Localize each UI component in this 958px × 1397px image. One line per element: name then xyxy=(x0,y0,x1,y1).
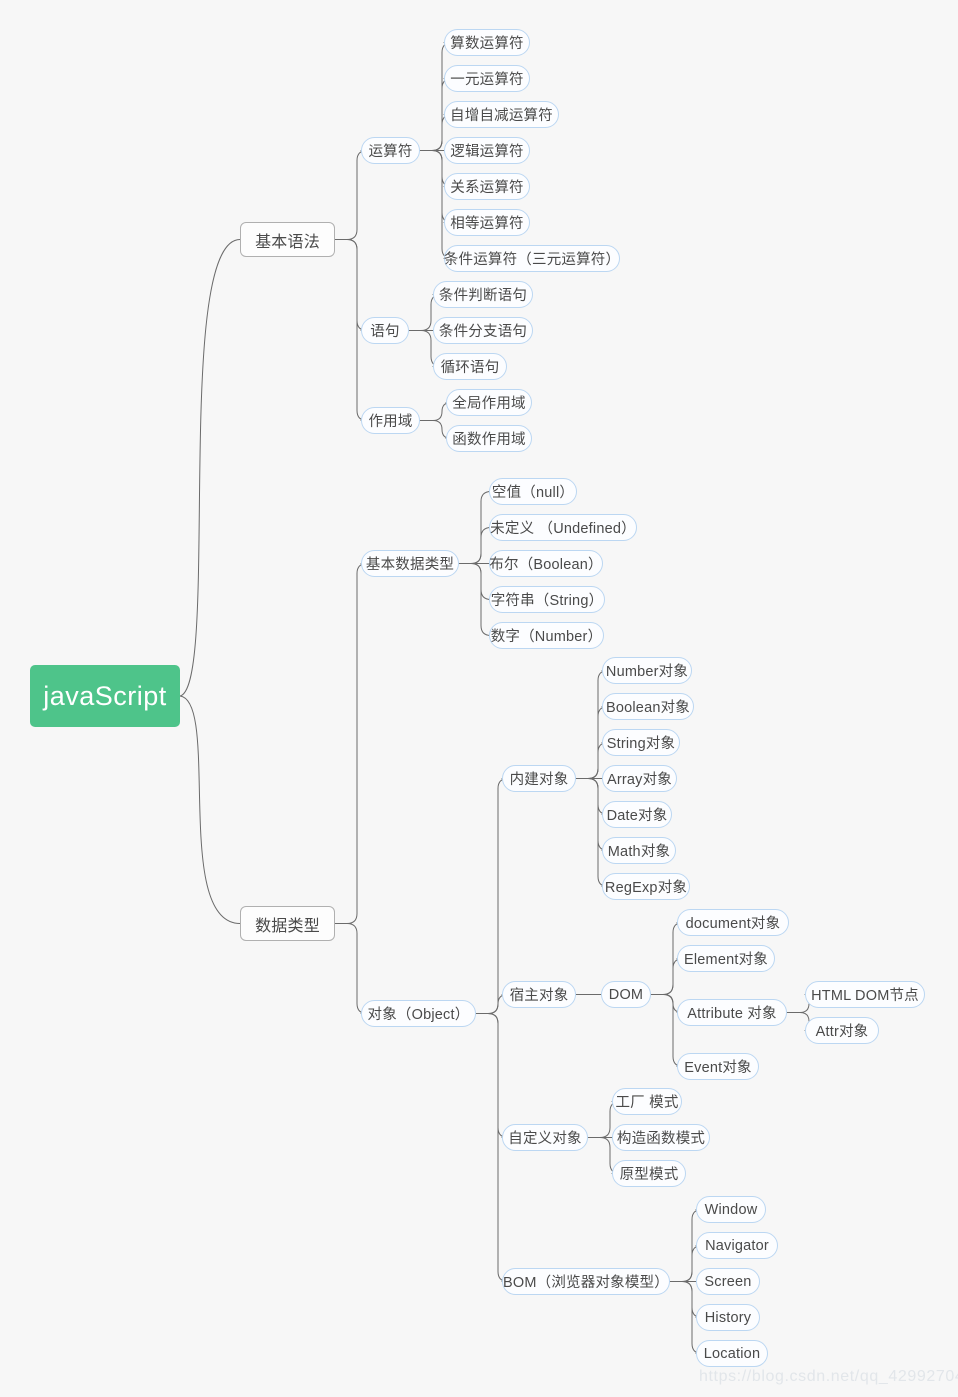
mindmap-node-screen[interactable]: Screen xyxy=(696,1268,760,1295)
connector-line xyxy=(458,563,492,636)
connector-line xyxy=(575,670,609,779)
mindmap-node-xunhuan[interactable]: 循环语句 xyxy=(433,353,507,380)
mindmap-node-tiaojianfz[interactable]: 条件分支语句 xyxy=(433,317,533,344)
mindmap-node-jibensj[interactable]: 基本数据类型 xyxy=(361,550,459,577)
connector-line xyxy=(458,527,492,564)
mindmap-node-document_obj[interactable]: document对象 xyxy=(677,909,789,936)
mindmap-node-hanshu[interactable]: 函数作用域 xyxy=(446,425,532,452)
connector-line xyxy=(334,150,368,240)
mindmap-node-suanshu[interactable]: 算数运算符 xyxy=(444,29,530,56)
mindmap-node-kongzhi[interactable]: 空值（null） xyxy=(489,478,577,505)
mindmap-node-navigator[interactable]: Navigator xyxy=(696,1232,778,1259)
mindmap-node-quanju[interactable]: 全局作用域 xyxy=(446,389,532,416)
connector-line xyxy=(575,778,609,887)
mindmap-node-yuanxing[interactable]: 原型模式 xyxy=(612,1160,686,1187)
mindmap-node-shuzi[interactable]: 数字（Number） xyxy=(489,622,604,649)
mindmap-node-buer[interactable]: 布尔（Boolean） xyxy=(489,550,603,577)
mindmap-node-gouzao[interactable]: 构造函数模式 xyxy=(612,1124,710,1151)
connector-line xyxy=(334,239,368,331)
mindmap-root-node[interactable]: javaScript xyxy=(30,665,180,727)
mindmap-node-attribute_obj[interactable]: Attribute 对象 xyxy=(677,999,787,1026)
mindmap-node-history[interactable]: History xyxy=(696,1304,760,1331)
mindmap-node-yiyuan[interactable]: 一元运算符 xyxy=(444,65,530,92)
connector-line xyxy=(179,695,241,924)
connector-line xyxy=(419,150,453,259)
mindmap-node-zizeng[interactable]: 自增自减运算符 xyxy=(444,101,559,128)
connector-line xyxy=(334,923,368,1014)
mindmap-node-tiaojianpd[interactable]: 条件判断语句 xyxy=(433,281,533,308)
mindmap-node-yunsuanfu[interactable]: 运算符 xyxy=(361,137,420,164)
mindmap-node-weidingyi[interactable]: 未定义 （Undefined） xyxy=(489,514,637,541)
mindmap-node-math_obj[interactable]: Math对象 xyxy=(602,837,676,864)
mindmap-node-duixiang[interactable]: 对象（Object） xyxy=(361,1000,476,1027)
connector-line xyxy=(419,42,453,151)
mindmap-node-shuju_leixing[interactable]: 数据类型 xyxy=(240,906,335,941)
connector-line xyxy=(179,239,241,697)
mindmap-node-xiangdeng[interactable]: 相等运算符 xyxy=(444,209,530,236)
mindmap-node-array_obj[interactable]: Array对象 xyxy=(602,765,677,792)
connector-line xyxy=(458,491,492,564)
connector-line xyxy=(334,563,368,924)
mindmap-node-boolean_obj[interactable]: Boolean对象 xyxy=(602,693,694,720)
mindmap-node-location[interactable]: Location xyxy=(696,1340,768,1367)
mindmap-node-attr_obj[interactable]: Attr对象 xyxy=(805,1017,879,1044)
mindmap-node-zifuchuan[interactable]: 字符串（String） xyxy=(489,586,605,613)
mindmap-node-jiben_yufa[interactable]: 基本语法 xyxy=(240,222,335,257)
connector-line xyxy=(475,778,509,1014)
watermark-text: https://blog.csdn.net/qq_42992704 xyxy=(699,1368,958,1385)
mindmap-node-dom[interactable]: DOM xyxy=(601,981,651,1008)
mindmap-node-number_obj[interactable]: Number对象 xyxy=(602,657,692,684)
mindmap-node-html_dom[interactable]: HTML DOM节点 xyxy=(805,981,925,1008)
mindmap-canvas: javaScript 基本语法数据类型 运算符语句作用域 算数运算符一元运算符自增自减… xyxy=(0,0,958,1397)
mindmap-node-zidingyi[interactable]: 自定义对象 xyxy=(502,1124,588,1151)
connector-line xyxy=(475,1013,509,1138)
mindmap-node-bom[interactable]: BOM（浏览器对象模型） xyxy=(502,1268,670,1295)
mindmap-node-zuoyongyu[interactable]: 作用域 xyxy=(361,407,420,434)
mindmap-node-event_obj[interactable]: Event对象 xyxy=(677,1053,759,1080)
mindmap-node-yuju[interactable]: 语句 xyxy=(361,317,409,344)
mindmap-node-string_obj[interactable]: String对象 xyxy=(602,729,680,756)
mindmap-node-element_obj[interactable]: Element对象 xyxy=(677,945,775,972)
mindmap-node-luoji[interactable]: 逻辑运算符 xyxy=(444,137,530,164)
mindmap-node-neijian[interactable]: 内建对象 xyxy=(502,765,576,792)
mindmap-node-gongchang[interactable]: 工厂 模式 xyxy=(612,1088,682,1115)
mindmap-node-regexp_obj[interactable]: RegExp对象 xyxy=(602,873,690,900)
mindmap-node-window[interactable]: Window xyxy=(696,1196,766,1223)
mindmap-node-date_obj[interactable]: Date对象 xyxy=(602,801,672,828)
connector-line xyxy=(475,1013,509,1282)
mindmap-node-guanxi[interactable]: 关系运算符 xyxy=(444,173,530,200)
mindmap-node-tiaojianys[interactable]: 条件运算符（三元运算符） xyxy=(444,245,620,272)
mindmap-node-suzhu[interactable]: 宿主对象 xyxy=(502,981,576,1008)
connector-line xyxy=(458,563,492,600)
